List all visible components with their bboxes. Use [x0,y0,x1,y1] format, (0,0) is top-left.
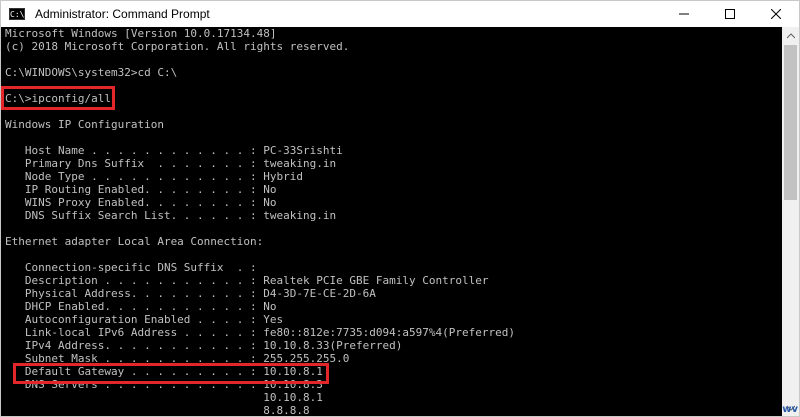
close-button[interactable] [753,1,799,27]
close-icon [771,9,781,19]
minimize-icon [679,13,689,15]
maximize-icon [725,9,735,19]
console-line: Autoconfiguration Enabled . . . . : Yes [5,313,284,326]
console-output[interactable]: Microsoft Windows [Version 10.0.17134.48… [1,27,781,416]
scrollbar-thumb[interactable] [784,45,797,200]
console-line: Default Gateway . . . . . . . . . : 10.1… [5,365,323,378]
window-title: Administrator: Command Prompt [35,7,210,21]
console-line: Connection-specific DNS Suffix . : [5,261,257,274]
console-line: DNS Suffix Search List. . . . . . : twea… [5,209,337,222]
console-line: DHCP Enabled. . . . . . . . . . . : No [5,300,277,313]
console-line: Node Type . . . . . . . . . . . . : Hybr… [5,170,304,183]
console-line: Physical Address. . . . . . . . . : D4-3… [5,287,376,300]
console-line: Subnet Mask . . . . . . . . . . . : 255.… [5,352,350,365]
console-line: IP Routing Enabled. . . . . . . . : No [5,183,277,196]
minimize-button[interactable] [661,1,707,27]
command-prompt-window: C:\ Administrator: Command Prompt Micros… [0,0,800,417]
console-line: Primary Dns Suffix . . . . . . . : tweak… [5,157,337,170]
console-line: WINS Proxy Enabled. . . . . . . . : No [5,196,277,209]
console-line: Microsoft Windows [Version 10.0.17134.48… [5,27,277,40]
cmd-icon: C:\ [9,8,25,20]
maximize-button[interactable] [707,1,753,27]
console-line: IPv4 Address. . . . . . . . . . . : 10.1… [5,339,403,352]
console-line: Host Name . . . . . . . . . . . . : PC-3… [5,144,343,157]
console-line: Link-local IPv6 Address . . . . . : fe80… [5,326,515,339]
watermark-logo: wv [782,404,798,415]
console-line: 8.8.8.8 [5,404,310,416]
console-line: Ethernet adapter Local Area Connection: [5,235,264,248]
vertical-scrollbar[interactable] [782,27,799,416]
console-line: (c) 2018 Microsoft Corporation. All righ… [5,40,350,53]
console-line: C:\>ipconfig/all [5,92,111,105]
chevron-up-icon [786,32,795,38]
title-bar[interactable]: C:\ Administrator: Command Prompt [1,1,799,27]
console-line: Windows IP Configuration [5,118,164,131]
window-controls [661,1,799,27]
console-line: 10.10.8.1 [5,391,323,404]
console-line: C:\WINDOWS\system32>cd C:\ [5,66,178,79]
console-line: Description . . . . . . . . . . . : Real… [5,274,489,287]
console-lines: Microsoft Windows [Version 10.0.17134.48… [1,27,781,416]
console-line: DNS Servers . . . . . . . . . . . : 10.1… [5,378,323,391]
scroll-up-button[interactable] [782,27,799,44]
